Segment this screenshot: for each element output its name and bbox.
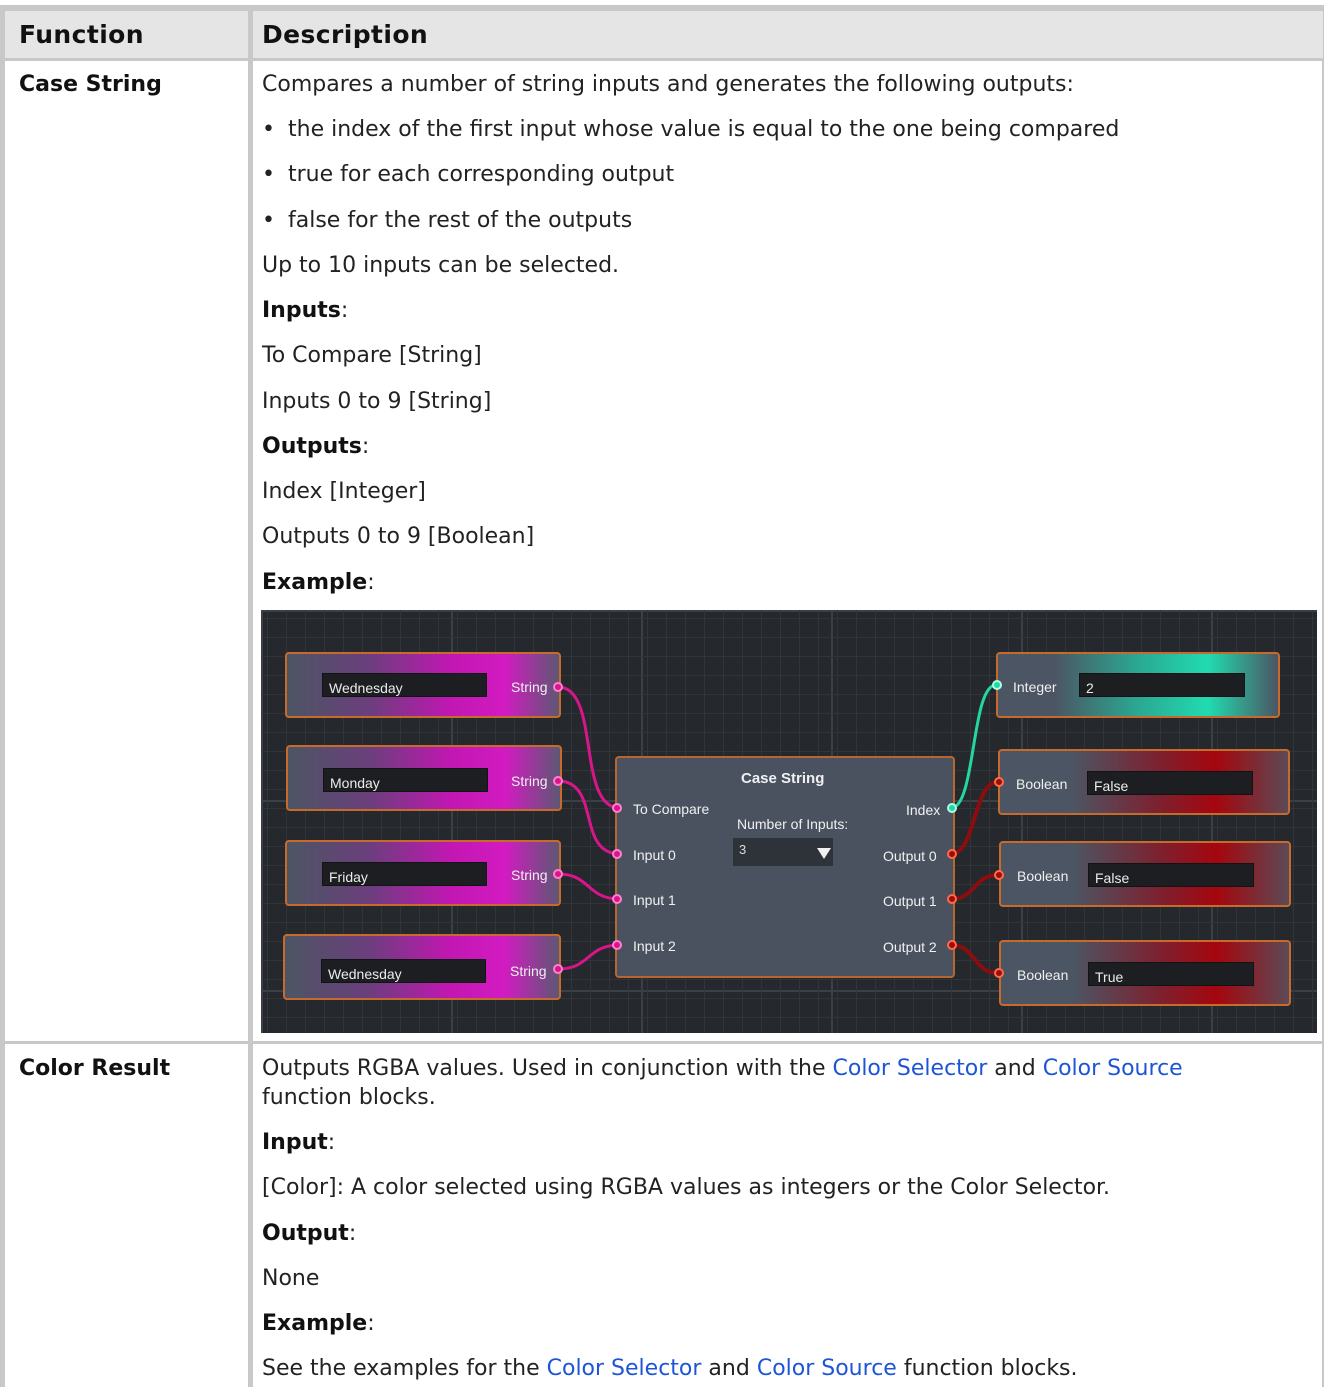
string-port-label: String [511, 679, 548, 695]
case-string-output-2: Outputs 0 to 9 [Boolean] [262, 524, 535, 549]
output-label-1: Output 1 [883, 893, 937, 909]
output-port-0[interactable] [947, 849, 957, 859]
boolean-value-field[interactable]: False [1087, 771, 1253, 795]
column-divider [248, 11, 253, 1387]
case-string-node[interactable]: Case String To Compare Input 0 Input 1 I… [615, 756, 955, 978]
input-port-1[interactable] [612, 894, 622, 904]
color-result-output-heading: Output: [262, 1221, 357, 1246]
output-label-2: Output 2 [883, 939, 937, 955]
table-header-row [5, 11, 1323, 58]
integer-port-label: Integer [1013, 679, 1057, 695]
input-label-0: Input 0 [633, 847, 676, 863]
string-port-dot[interactable] [553, 776, 563, 786]
output-label-0: Output 0 [883, 848, 937, 864]
case-string-intro: Compares a number of string inputs and g… [262, 72, 1074, 97]
string-port-dot[interactable] [553, 869, 563, 879]
column-divider-header [248, 11, 253, 58]
boolean-node-2[interactable]: Boolean False [999, 841, 1291, 907]
output-port-1[interactable] [947, 894, 957, 904]
string-value-field[interactable]: Wednesday [322, 673, 487, 697]
boolean-node-1[interactable]: Boolean False [998, 749, 1290, 815]
header-bottom-border [5, 58, 1323, 61]
wire-output-1 [950, 873, 999, 901]
case-string-example-graph: Wednesday String Monday String Friday St… [261, 610, 1317, 1033]
input-port-0[interactable] [612, 849, 622, 859]
function-name-color-result: Color Result [19, 1056, 171, 1081]
input-port-to-compare[interactable] [612, 803, 622, 813]
output-port-2[interactable] [947, 940, 957, 950]
row-separator [5, 1041, 1323, 1044]
wire-input-2 [557, 943, 621, 971]
wire-to-compare [557, 685, 621, 810]
output-port-index[interactable] [947, 803, 957, 813]
case-string-input-2: Inputs 0 to 9 [String] [262, 389, 492, 414]
color-selector-link[interactable]: Color Selector [833, 1056, 988, 1081]
case-string-outputs-heading: Outputs: [262, 434, 370, 459]
boolean-port-dot[interactable] [994, 870, 1004, 880]
boolean-port-label: Boolean [1016, 776, 1068, 792]
boolean-value-field[interactable]: False [1088, 863, 1254, 887]
integer-port-dot[interactable] [992, 680, 1002, 690]
input-port-2[interactable] [612, 940, 622, 950]
case-string-bullet-1: the index of the first input whose value… [262, 117, 1119, 142]
string-port-label: String [510, 963, 547, 979]
case-string-example-heading: Example: [262, 570, 375, 595]
string-node-4[interactable]: Wednesday String [283, 934, 561, 1000]
number-of-inputs-value: 3 [739, 842, 747, 857]
wire-input-0 [557, 779, 621, 856]
color-result-description-cont: function blocks. [262, 1085, 436, 1110]
case-string-note: Up to 10 inputs can be selected. [262, 253, 620, 278]
string-value-field[interactable]: Wednesday [321, 959, 486, 983]
color-result-example-heading: Example: [262, 1311, 375, 1336]
header-description: Description [262, 20, 429, 49]
header-function: Function [19, 20, 144, 49]
boolean-port-label: Boolean [1017, 868, 1069, 884]
input-label-to-compare: To Compare [633, 801, 710, 817]
wire-index [950, 683, 997, 810]
string-value-field[interactable]: Friday [322, 862, 487, 886]
chevron-down-icon[interactable] [817, 848, 831, 859]
color-result-input-heading: Input: [262, 1130, 336, 1155]
string-node-1[interactable]: Wednesday String [285, 652, 561, 718]
string-node-2[interactable]: Monday String [286, 745, 562, 811]
string-value-field[interactable]: Monday [323, 768, 488, 792]
case-string-bullet-3: false for the rest of the outputs [262, 208, 632, 233]
boolean-value-field[interactable]: True [1088, 962, 1254, 986]
boolean-port-dot[interactable] [994, 968, 1004, 978]
boolean-port-dot[interactable] [994, 777, 1004, 787]
function-reference-table: Function Description Case String Compare… [0, 0, 1324, 1387]
boolean-node-3[interactable]: Boolean True [999, 940, 1291, 1006]
wire-input-1 [557, 872, 621, 901]
input-label-1: Input 1 [633, 892, 676, 908]
wire-output-0 [950, 780, 999, 856]
case-string-input-1: To Compare [String] [262, 343, 482, 368]
string-port-label: String [511, 867, 548, 883]
integer-value-field[interactable]: 2 [1079, 673, 1245, 697]
integer-node[interactable]: Integer 2 [996, 652, 1280, 718]
color-result-example-text: See the examples for the Color Selector … [262, 1356, 1078, 1381]
table-left-border [0, 5, 5, 1387]
color-result-description: Outputs RGBA values. Used in conjunction… [262, 1056, 1183, 1081]
case-string-inputs-heading: Inputs: [262, 298, 349, 323]
output-label-index: Index [906, 802, 941, 818]
string-port-dot[interactable] [553, 682, 563, 692]
color-result-output-text: None [262, 1266, 320, 1291]
string-port-label: String [511, 773, 548, 789]
number-of-inputs-label: Number of Inputs: [737, 816, 849, 832]
string-node-3[interactable]: Friday String [285, 840, 561, 906]
wire-output-2 [950, 943, 999, 975]
color-source-link[interactable]: Color Source [1043, 1056, 1183, 1081]
input-label-2: Input 2 [633, 938, 676, 954]
boolean-port-label: Boolean [1017, 967, 1069, 983]
case-string-bullet-2: true for each corresponding output [262, 162, 674, 187]
case-string-output-1: Index [Integer] [262, 479, 426, 504]
string-port-dot[interactable] [553, 964, 563, 974]
color-source-link[interactable]: Color Source [757, 1356, 897, 1381]
node-title: Case String [741, 770, 825, 787]
color-result-input-text: [Color]: A color selected using RGBA val… [262, 1175, 1111, 1200]
color-selector-link[interactable]: Color Selector [547, 1356, 702, 1381]
function-name-case-string: Case String [19, 72, 162, 97]
